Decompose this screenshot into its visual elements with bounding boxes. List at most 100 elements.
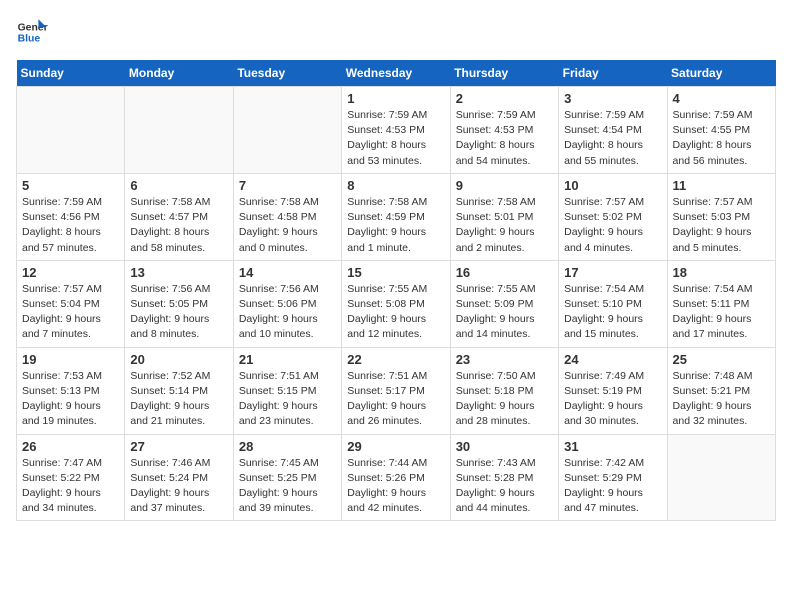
day-number: 21	[239, 352, 336, 367]
day-number: 9	[456, 178, 553, 193]
day-number: 20	[130, 352, 227, 367]
day-cell: 31 Sunrise: 7:42 AM Sunset: 5:29 PM Dayli…	[559, 434, 667, 521]
day-number: 17	[564, 265, 661, 280]
day-number: 7	[239, 178, 336, 193]
day-cell: 2 Sunrise: 7:59 AM Sunset: 4:53 PM Daylig…	[450, 87, 558, 174]
day-cell: 26 Sunrise: 7:47 AM Sunset: 5:22 PM Dayli…	[17, 434, 125, 521]
day-number: 23	[456, 352, 553, 367]
day-cell: 14 Sunrise: 7:56 AM Sunset: 5:06 PM Dayli…	[233, 260, 341, 347]
day-info: Sunrise: 7:59 AM Sunset: 4:53 PM Dayligh…	[347, 108, 444, 169]
day-cell: 15 Sunrise: 7:55 AM Sunset: 5:08 PM Dayli…	[342, 260, 450, 347]
logo: General Blue	[16, 16, 48, 48]
weekday-saturday: Saturday	[667, 60, 775, 87]
day-number: 31	[564, 439, 661, 454]
svg-text:Blue: Blue	[18, 34, 41, 45]
day-cell: 21 Sunrise: 7:51 AM Sunset: 5:15 PM Dayli…	[233, 347, 341, 434]
day-info: Sunrise: 7:57 AM Sunset: 5:03 PM Dayligh…	[673, 195, 770, 256]
day-cell: 22 Sunrise: 7:51 AM Sunset: 5:17 PM Dayli…	[342, 347, 450, 434]
day-info: Sunrise: 7:55 AM Sunset: 5:08 PM Dayligh…	[347, 282, 444, 343]
day-number: 30	[456, 439, 553, 454]
day-number: 1	[347, 91, 444, 106]
week-row-5: 26 Sunrise: 7:47 AM Sunset: 5:22 PM Dayli…	[17, 434, 776, 521]
day-info: Sunrise: 7:56 AM Sunset: 5:05 PM Dayligh…	[130, 282, 227, 343]
logo-icon: General Blue	[16, 16, 48, 48]
day-number: 24	[564, 352, 661, 367]
day-info: Sunrise: 7:46 AM Sunset: 5:24 PM Dayligh…	[130, 456, 227, 517]
day-number: 12	[22, 265, 119, 280]
week-row-4: 19 Sunrise: 7:53 AM Sunset: 5:13 PM Dayli…	[17, 347, 776, 434]
day-info: Sunrise: 7:44 AM Sunset: 5:26 PM Dayligh…	[347, 456, 444, 517]
day-cell	[17, 87, 125, 174]
day-info: Sunrise: 7:52 AM Sunset: 5:14 PM Dayligh…	[130, 369, 227, 430]
day-number: 11	[673, 178, 770, 193]
day-cell: 19 Sunrise: 7:53 AM Sunset: 5:13 PM Dayli…	[17, 347, 125, 434]
day-cell: 8Sunrise: 7:58 AM Sunset: 4:59 PM Daylig…	[342, 173, 450, 260]
day-info: Sunrise: 7:43 AM Sunset: 5:28 PM Dayligh…	[456, 456, 553, 517]
day-number: 29	[347, 439, 444, 454]
day-cell: 6 Sunrise: 7:58 AM Sunset: 4:57 PM Daylig…	[125, 173, 233, 260]
svg-text:General: General	[18, 22, 48, 33]
day-cell: 23 Sunrise: 7:50 AM Sunset: 5:18 PM Dayli…	[450, 347, 558, 434]
day-info: Sunrise: 7:59 AM Sunset: 4:55 PM Dayligh…	[673, 108, 770, 169]
day-number: 28	[239, 439, 336, 454]
day-cell	[125, 87, 233, 174]
day-info: Sunrise: 7:57 AM Sunset: 5:04 PM Dayligh…	[22, 282, 119, 343]
day-cell: 4Sunrise: 7:59 AM Sunset: 4:55 PM Daylig…	[667, 87, 775, 174]
day-cell: 18Sunrise: 7:54 AM Sunset: 5:11 PM Dayli…	[667, 260, 775, 347]
day-cell: 16 Sunrise: 7:55 AM Sunset: 5:09 PM Dayli…	[450, 260, 558, 347]
day-cell: 3Sunrise: 7:59 AM Sunset: 4:54 PM Daylig…	[559, 87, 667, 174]
day-info: Sunrise: 7:54 AM Sunset: 5:11 PM Dayligh…	[673, 282, 770, 343]
day-number: 14	[239, 265, 336, 280]
day-info: Sunrise: 7:51 AM Sunset: 5:17 PM Dayligh…	[347, 369, 444, 430]
weekday-wednesday: Wednesday	[342, 60, 450, 87]
day-info: Sunrise: 7:42 AM Sunset: 5:29 PM Dayligh…	[564, 456, 661, 517]
day-cell	[233, 87, 341, 174]
day-cell: 10 Sunrise: 7:57 AM Sunset: 5:02 PM Dayli…	[559, 173, 667, 260]
page-header: General Blue	[16, 16, 776, 48]
day-info: Sunrise: 7:58 AM Sunset: 4:57 PM Dayligh…	[130, 195, 227, 256]
day-cell: 27 Sunrise: 7:46 AM Sunset: 5:24 PM Dayli…	[125, 434, 233, 521]
day-number: 19	[22, 352, 119, 367]
day-number: 10	[564, 178, 661, 193]
day-info: Sunrise: 7:55 AM Sunset: 5:09 PM Dayligh…	[456, 282, 553, 343]
day-info: Sunrise: 7:50 AM Sunset: 5:18 PM Dayligh…	[456, 369, 553, 430]
weekday-sunday: Sunday	[17, 60, 125, 87]
day-info: Sunrise: 7:49 AM Sunset: 5:19 PM Dayligh…	[564, 369, 661, 430]
day-info: Sunrise: 7:59 AM Sunset: 4:53 PM Dayligh…	[456, 108, 553, 169]
day-number: 25	[673, 352, 770, 367]
day-cell: 13 Sunrise: 7:56 AM Sunset: 5:05 PM Dayli…	[125, 260, 233, 347]
day-info: Sunrise: 7:51 AM Sunset: 5:15 PM Dayligh…	[239, 369, 336, 430]
day-info: Sunrise: 7:47 AM Sunset: 5:22 PM Dayligh…	[22, 456, 119, 517]
day-cell: 25 Sunrise: 7:48 AM Sunset: 5:21 PM Dayli…	[667, 347, 775, 434]
day-number: 22	[347, 352, 444, 367]
day-number: 5	[22, 178, 119, 193]
day-cell: 20 Sunrise: 7:52 AM Sunset: 5:14 PM Dayli…	[125, 347, 233, 434]
calendar-table: SundayMondayTuesdayWednesdayThursdayFrid…	[16, 60, 776, 521]
day-cell: 30 Sunrise: 7:43 AM Sunset: 5:28 PM Dayli…	[450, 434, 558, 521]
day-number: 27	[130, 439, 227, 454]
day-cell: 5Sunrise: 7:59 AM Sunset: 4:56 PM Daylig…	[17, 173, 125, 260]
day-cell: 11 Sunrise: 7:57 AM Sunset: 5:03 PM Dayli…	[667, 173, 775, 260]
day-number: 2	[456, 91, 553, 106]
week-row-3: 12 Sunrise: 7:57 AM Sunset: 5:04 PM Dayli…	[17, 260, 776, 347]
day-info: Sunrise: 7:54 AM Sunset: 5:10 PM Dayligh…	[564, 282, 661, 343]
day-info: Sunrise: 7:48 AM Sunset: 5:21 PM Dayligh…	[673, 369, 770, 430]
day-info: Sunrise: 7:56 AM Sunset: 5:06 PM Dayligh…	[239, 282, 336, 343]
day-info: Sunrise: 7:57 AM Sunset: 5:02 PM Dayligh…	[564, 195, 661, 256]
day-number: 16	[456, 265, 553, 280]
day-cell: 17 Sunrise: 7:54 AM Sunset: 5:10 PM Dayli…	[559, 260, 667, 347]
day-cell: 12 Sunrise: 7:57 AM Sunset: 5:04 PM Dayli…	[17, 260, 125, 347]
day-number: 8	[347, 178, 444, 193]
day-info: Sunrise: 7:58 AM Sunset: 4:58 PM Dayligh…	[239, 195, 336, 256]
day-number: 15	[347, 265, 444, 280]
day-number: 26	[22, 439, 119, 454]
day-cell	[667, 434, 775, 521]
day-info: Sunrise: 7:45 AM Sunset: 5:25 PM Dayligh…	[239, 456, 336, 517]
week-row-1: 1 Sunrise: 7:59 AM Sunset: 4:53 PM Daylig…	[17, 87, 776, 174]
day-cell: 9Sunrise: 7:58 AM Sunset: 5:01 PM Daylig…	[450, 173, 558, 260]
day-cell: 7 Sunrise: 7:58 AM Sunset: 4:58 PM Daylig…	[233, 173, 341, 260]
day-info: Sunrise: 7:53 AM Sunset: 5:13 PM Dayligh…	[22, 369, 119, 430]
day-number: 6	[130, 178, 227, 193]
day-info: Sunrise: 7:59 AM Sunset: 4:54 PM Dayligh…	[564, 108, 661, 169]
day-number: 13	[130, 265, 227, 280]
